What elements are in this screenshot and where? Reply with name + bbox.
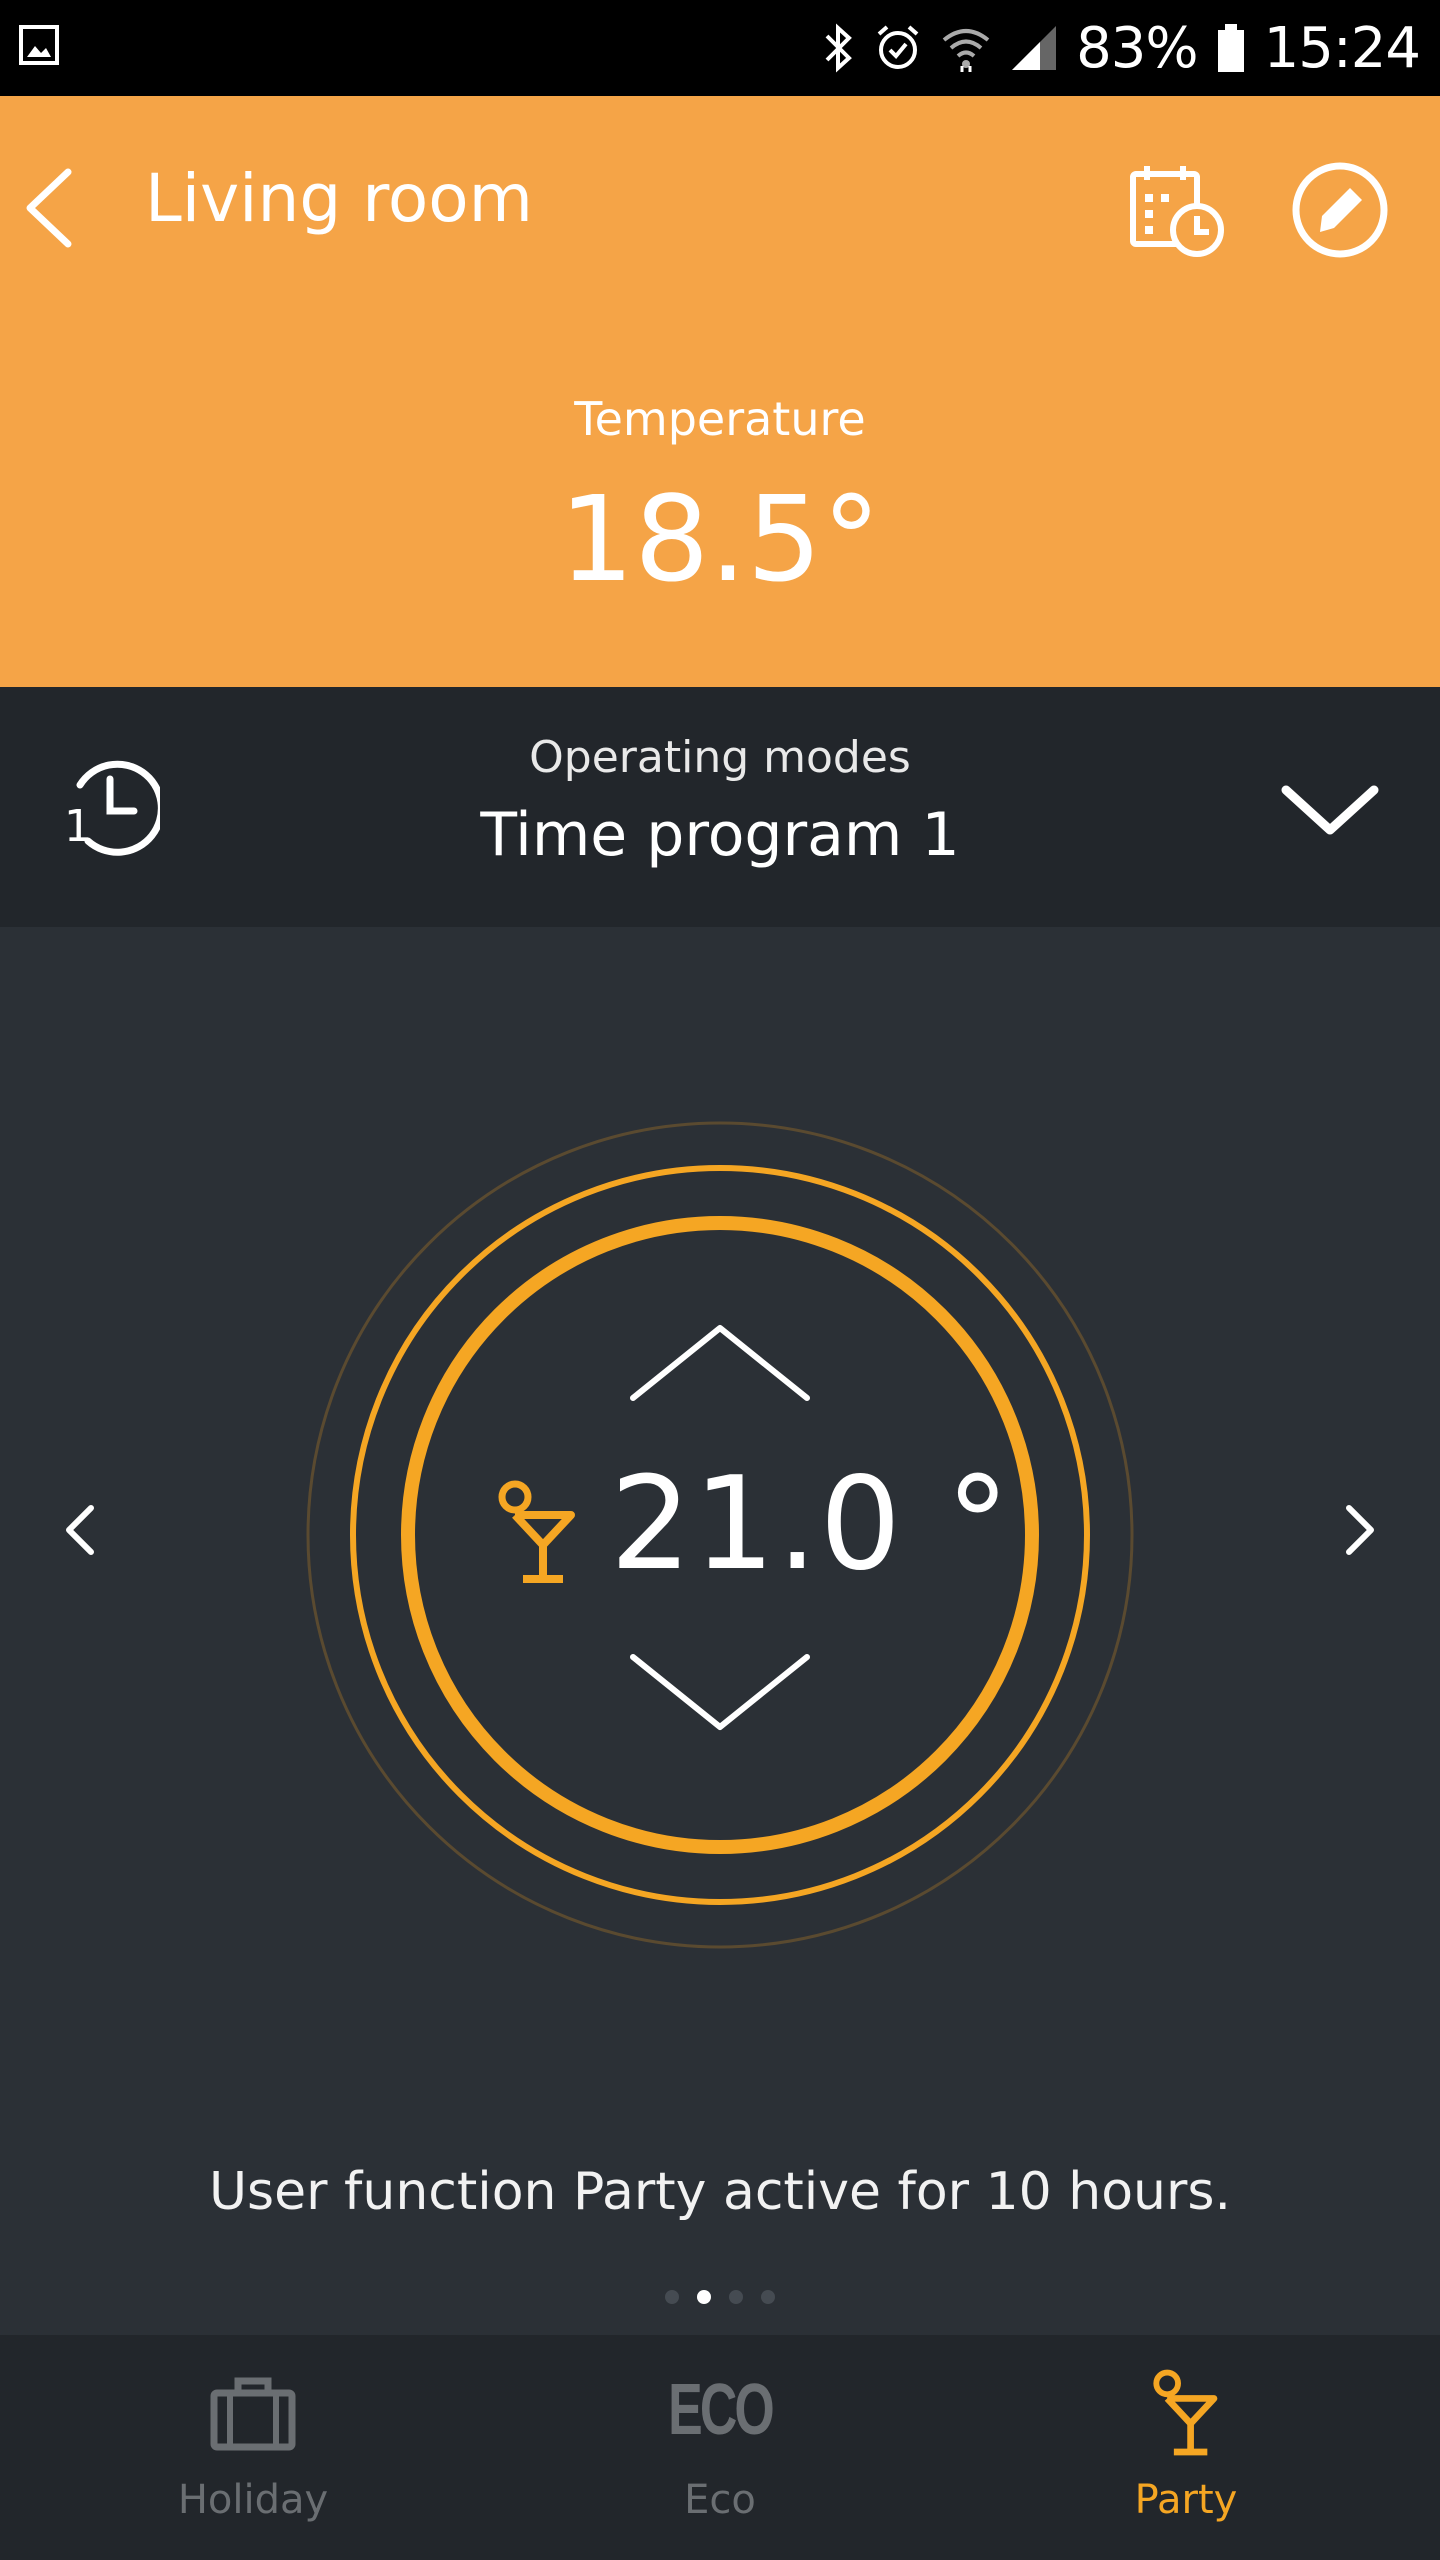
page-dot <box>729 2290 743 2304</box>
page-title: Living room <box>145 160 533 237</box>
chevron-left-icon[interactable] <box>55 1500 105 1560</box>
gallery-icon <box>19 25 59 65</box>
operating-mode-value: Time program 1 <box>480 800 960 870</box>
decrease-temperature-button[interactable] <box>625 1645 815 1735</box>
cocktail-icon <box>1153 2369 1218 2456</box>
alarm-icon <box>877 25 919 69</box>
operating-modes-label: Operating modes <box>529 732 911 783</box>
wifi-icon <box>942 29 990 72</box>
nav-item-party[interactable]: Party <box>1066 2335 1306 2560</box>
page-dot <box>665 2290 679 2304</box>
current-temperature: 18.5° <box>559 470 881 608</box>
nav-label-eco: Eco <box>684 2477 756 2523</box>
nav-label-holiday: Holiday <box>177 2477 329 2523</box>
signal-icon <box>1012 26 1057 70</box>
page-dot <box>761 2290 775 2304</box>
status-icons: 83% 15:24 <box>822 0 1421 96</box>
battery-percent: 83% <box>1076 15 1198 81</box>
chevron-right-icon[interactable] <box>1335 1500 1385 1560</box>
setpoint-temperature: 21.0 ° <box>610 1450 1012 1599</box>
back-arrow-icon[interactable] <box>20 158 90 258</box>
increase-temperature-button[interactable] <box>625 1320 815 1410</box>
page-indicator <box>0 2287 1440 2307</box>
user-function-info: User function Party active for 10 hours. <box>209 2162 1231 2222</box>
calendar-clock-icon[interactable] <box>1125 160 1230 260</box>
page-dot-active <box>697 2290 711 2304</box>
cocktail-icon <box>498 1480 575 1583</box>
nav-item-holiday[interactable]: Holiday <box>133 2335 373 2560</box>
chevron-down-icon[interactable] <box>1280 780 1380 840</box>
clock-time: 15:24 <box>1263 15 1421 81</box>
status-bar: 83% 15:24 <box>0 0 1440 96</box>
suitcase-icon <box>210 2377 296 2451</box>
nav-item-eco[interactable]: ECO Eco <box>600 2335 840 2560</box>
temperature-label: Temperature <box>574 392 866 446</box>
edit-pencil-icon[interactable] <box>1290 160 1390 260</box>
battery-icon <box>1217 24 1244 72</box>
bluetooth-icon <box>825 23 853 73</box>
nav-label-party: Party <box>1134 2477 1238 2523</box>
eco-icon: ECO <box>668 2370 775 2450</box>
